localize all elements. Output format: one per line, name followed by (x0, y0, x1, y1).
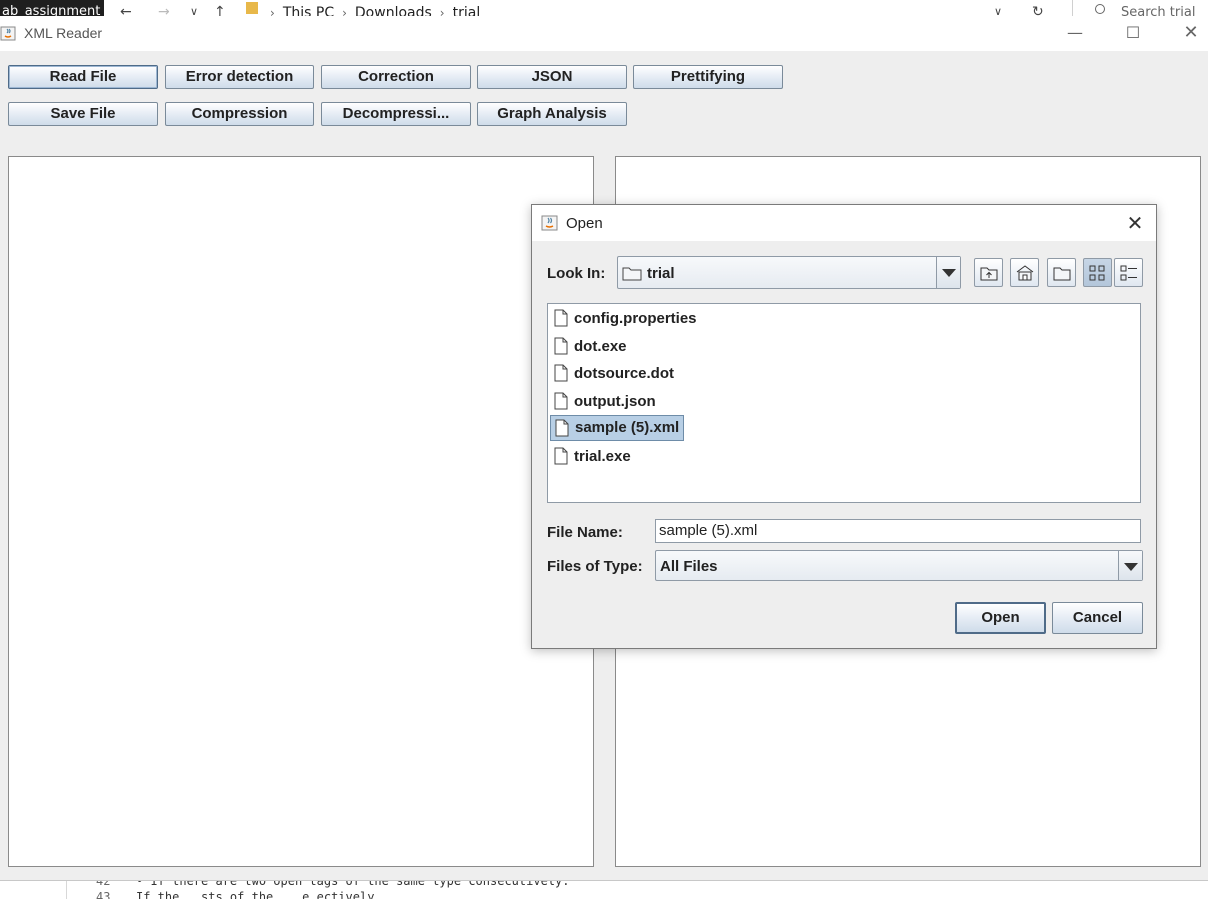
open-file-dialog: Open ✕ Look In: trial config.properties … (531, 204, 1157, 649)
window-title: XML Reader (24, 25, 103, 41)
file-icon (554, 447, 568, 465)
cancel-button[interactable]: Cancel (1052, 602, 1143, 634)
chevron-down-icon[interactable]: ∨ (994, 0, 1002, 16)
file-item-trial-exe[interactable]: trial.exe (550, 444, 635, 470)
close-icon[interactable]: ✕ (1120, 209, 1150, 237)
file-name: dotsource.dot (574, 365, 674, 382)
up-one-level-button[interactable] (974, 258, 1003, 287)
look-in-value: trial (647, 265, 675, 282)
files-of-type-value: All Files (660, 558, 718, 575)
forward-arrow-icon[interactable]: → (158, 0, 170, 16)
file-item-dotsource-dot[interactable]: dotsource.dot (550, 361, 678, 387)
editor-line-text: If the… …sts of the … …e…ectively. (136, 890, 382, 899)
breadcrumb-item[interactable]: Downloads (355, 0, 432, 16)
background-code-editor: 42 • If there are two open tags of the s… (0, 880, 1208, 899)
compression-button[interactable]: Compression (165, 102, 314, 126)
file-name-label: File Name: (547, 524, 623, 541)
correction-button[interactable]: Correction (321, 65, 471, 89)
refresh-icon[interactable]: ↻ (1032, 0, 1044, 16)
java-app-icon (0, 26, 16, 41)
chevron-down-icon[interactable] (936, 257, 960, 288)
folder-icon (246, 2, 258, 14)
file-name: output.json (574, 393, 656, 410)
editor-line-text: • If there are two open tags of the same… (136, 880, 570, 888)
new-folder-icon (1053, 267, 1071, 281)
java-app-icon (541, 215, 558, 231)
recent-chevron-icon[interactable]: ∨ (190, 0, 198, 16)
breadcrumb-item[interactable]: trial (453, 0, 481, 16)
file-item-config-properties[interactable]: config.properties (550, 306, 701, 332)
chevron-right-icon: › (270, 6, 275, 16)
folder-up-icon (980, 267, 998, 281)
file-icon (554, 364, 568, 382)
home-button[interactable] (1010, 258, 1039, 287)
file-item-output-json[interactable]: output.json (550, 389, 660, 415)
file-name: trial.exe (574, 448, 631, 465)
dialog-title: Open (566, 215, 603, 232)
file-list[interactable]: config.properties dot.exe dotsource.dot … (547, 303, 1141, 503)
list-view-button[interactable] (1083, 258, 1112, 287)
new-folder-button[interactable] (1047, 258, 1076, 287)
file-item-dot-exe[interactable]: dot.exe (550, 334, 631, 360)
search-placeholder: Search trial (1121, 5, 1196, 16)
list-view-icon (1089, 265, 1105, 281)
graph-analysis-button[interactable]: Graph Analysis (477, 102, 627, 126)
file-name-input[interactable]: sample (5).xml (655, 519, 1141, 543)
details-view-button[interactable] (1114, 258, 1143, 287)
chevron-right-icon: › (342, 6, 347, 16)
file-name: dot.exe (574, 338, 627, 355)
details-view-icon (1120, 265, 1137, 281)
error-detection-button[interactable]: Error detection (165, 65, 314, 89)
background-explorer-bar: ab_assignment ← → ∨ ↑ › This PC › Downlo… (0, 0, 1208, 16)
maximize-icon[interactable]: ☐ (1104, 16, 1162, 51)
look-in-label: Look In: (547, 265, 606, 282)
editor-gutter (66, 881, 67, 899)
file-name: config.properties (574, 310, 697, 327)
line-number: 42 (96, 880, 111, 888)
decompression-button[interactable]: Decompressi... (321, 102, 471, 126)
breadcrumb-item[interactable]: This PC (283, 0, 334, 16)
file-item-sample-xml[interactable]: sample (5).xml (550, 415, 685, 441)
file-icon (554, 337, 568, 355)
up-arrow-icon[interactable]: ↑ (214, 0, 226, 16)
background-editor-tab: ab_assignment (0, 0, 104, 16)
home-icon (1016, 265, 1034, 281)
open-button[interactable]: Open (955, 602, 1046, 634)
explorer-search-box[interactable]: Search trial (1072, 0, 1208, 16)
files-of-type-label: Files of Type: (547, 558, 643, 575)
back-arrow-icon[interactable]: ← (120, 0, 132, 16)
folder-icon (622, 267, 642, 281)
line-number: 43 (96, 890, 111, 899)
input-text-area[interactable] (8, 156, 594, 867)
search-icon (1095, 4, 1105, 14)
save-file-button[interactable]: Save File (8, 102, 158, 126)
explorer-breadcrumb: › This PC › Downloads › trial (270, 0, 480, 16)
look-in-dropdown[interactable]: trial (617, 256, 961, 289)
file-icon (554, 392, 568, 410)
file-name: sample (5).xml (575, 419, 680, 436)
file-icon (554, 309, 568, 327)
read-file-button[interactable]: Read File (8, 65, 158, 89)
close-icon[interactable]: ✕ (1162, 16, 1208, 51)
window-titlebar: XML Reader — ☐ ✕ (0, 16, 1208, 51)
chevron-down-icon[interactable] (1118, 551, 1142, 580)
minimize-icon[interactable]: — (1046, 16, 1104, 51)
json-button[interactable]: JSON (477, 65, 627, 89)
file-icon (555, 419, 569, 437)
prettifying-button[interactable]: Prettifying (633, 65, 783, 89)
files-of-type-dropdown[interactable]: All Files (655, 550, 1143, 581)
dialog-titlebar: Open ✕ (532, 205, 1156, 241)
chevron-right-icon: › (439, 6, 445, 16)
